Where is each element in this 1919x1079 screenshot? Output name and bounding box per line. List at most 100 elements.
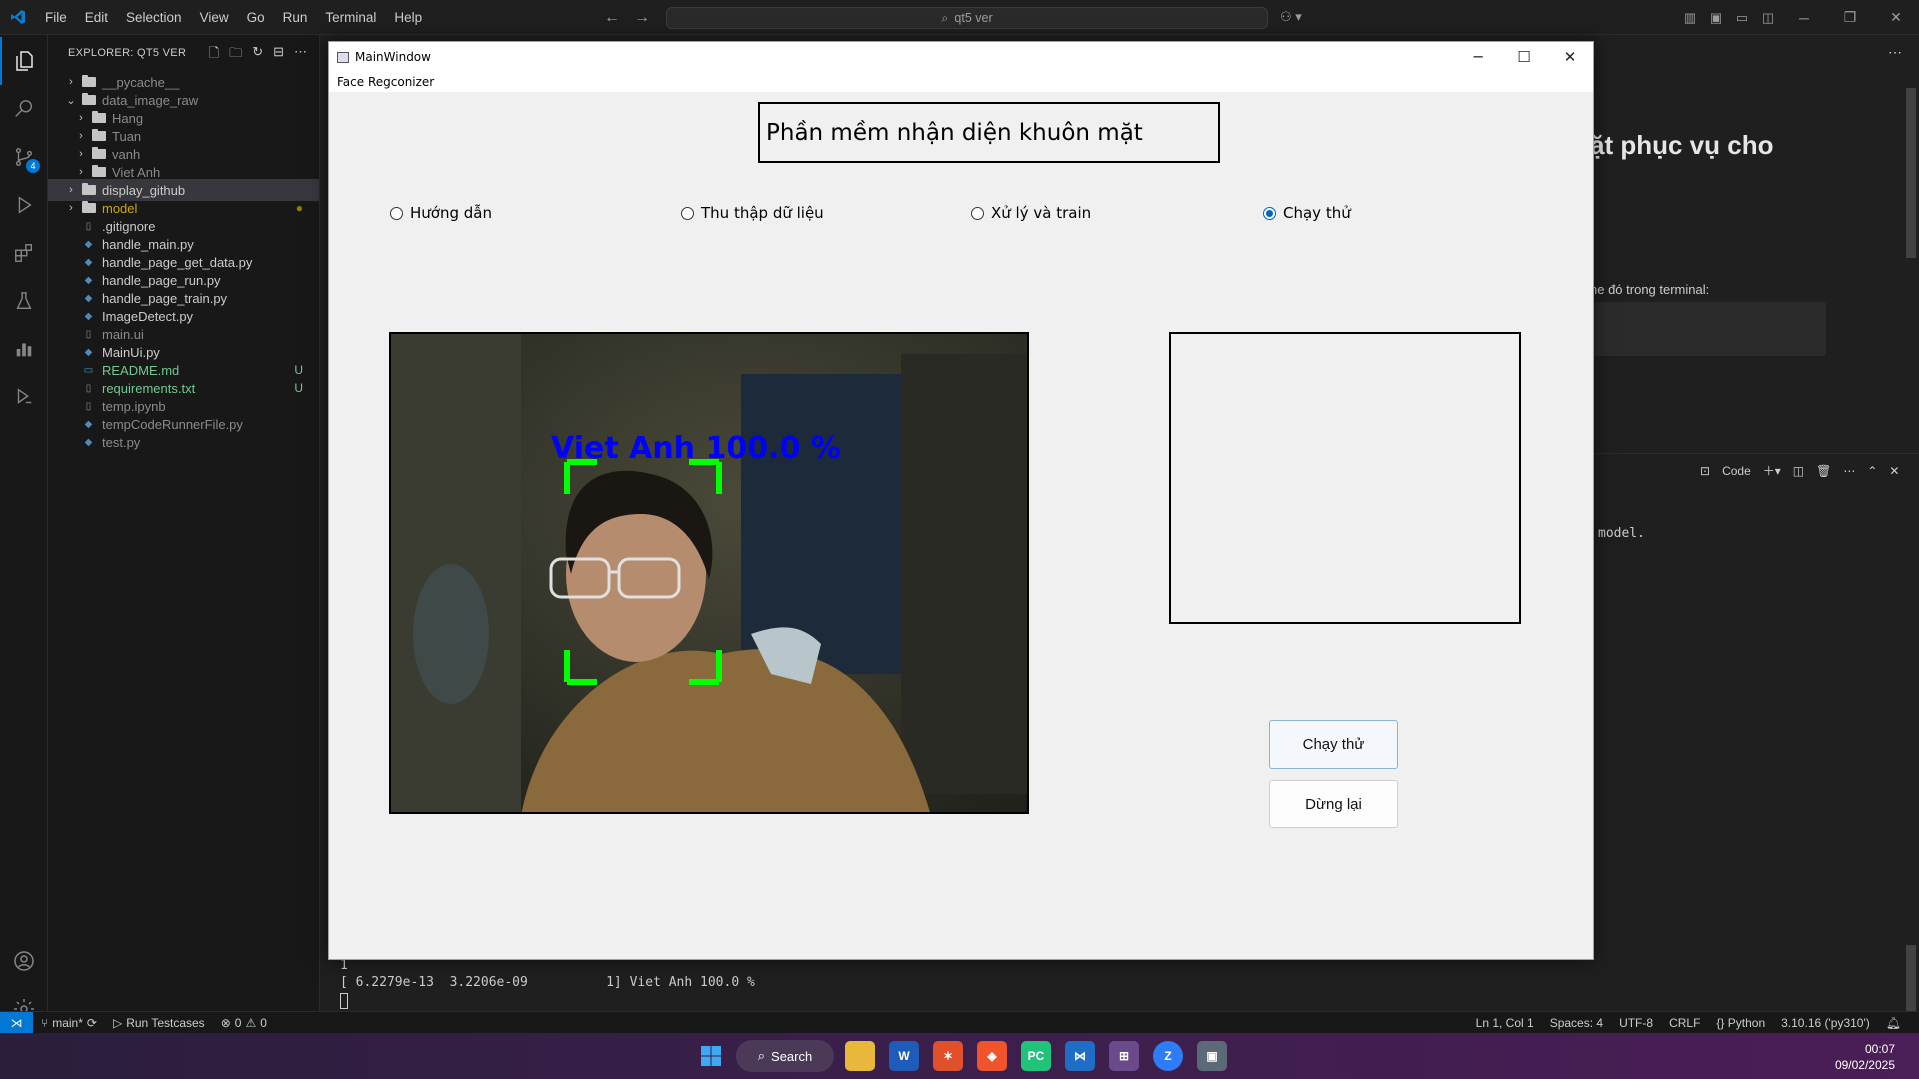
qt-maximize-icon[interactable]: ☐ [1501,42,1547,72]
run-test-button[interactable]: Chạy thử [1269,720,1398,769]
close-icon[interactable]: ✕ [1873,9,1919,26]
remote-run-icon[interactable] [0,373,48,421]
close-panel-icon[interactable]: ✕ [1889,464,1899,478]
source-control-badge: 4 [26,159,40,173]
terminal-profile-label[interactable]: Code [1722,464,1751,478]
run-testcases[interactable]: ▷ Run Testcases [105,1016,213,1030]
new-folder-icon[interactable]: 🗀 [229,44,242,66]
qt-minimize-icon[interactable]: ─ [1455,42,1501,72]
layout-bottom-icon[interactable]: ▭ [1729,10,1755,26]
panel-toolbar: ⊡ Code ＋▾ ◫ 🗑 ⋯ ⌃ ✕ [1700,462,1899,479]
word-icon[interactable]: W [889,1041,919,1071]
explorer-actions: 🗋 🗀 ↻ ⊟ ⋯ [209,44,307,66]
qt-titlebar[interactable]: MainWindow ─ ☐ ✕ [329,42,1593,72]
more-actions-icon[interactable]: ⋯ [294,44,307,66]
forward-arrow-icon[interactable]: → [634,9,650,27]
split-terminal-icon[interactable]: ◫ [1793,464,1804,478]
radio-xu-ly-va-train[interactable]: Xử lý và train [971,204,1091,222]
pdf-reader-icon[interactable]: ✶ [933,1041,963,1071]
file-icon: ▯ [85,328,92,340]
chart-icon[interactable] [0,325,48,373]
back-arrow-icon[interactable]: ← [604,9,620,27]
encoding[interactable]: UTF-8 [1611,1016,1661,1030]
taskbar-search[interactable]: ⌕ Search [736,1040,834,1072]
radio-chay-thu[interactable]: Chạy thử [1263,204,1351,222]
zalo-icon[interactable]: Z [1153,1041,1183,1071]
maximize-panel-icon[interactable]: ⌃ [1867,464,1877,478]
python-file-icon: ◆ [84,346,93,358]
system-clock[interactable]: 00:07 09/02/2025 [1835,1041,1895,1073]
face-recognizer-window: MainWindow ─ ☐ ✕ Face Regconizer Phần mề… [328,41,1594,960]
cursor-position[interactable]: Ln 1, Col 1 [1468,1016,1542,1030]
search-icon[interactable] [0,85,48,133]
branch-icon: ⑂ [41,1015,49,1030]
menu-help[interactable]: Help [385,0,431,35]
vscode-logo-icon [0,0,36,35]
menu-view[interactable]: View [191,0,238,35]
qt-app-taskbar-icon[interactable]: ▣ [1197,1041,1227,1071]
trash-icon[interactable]: 🗑 [1816,464,1831,478]
run-debug-icon[interactable] [0,181,48,229]
problems-status[interactable]: ⊗ 0 ⚠ 0 [213,1016,275,1030]
tree-item-label: Tuan [112,128,142,144]
tree-item-label: model [102,200,138,216]
chevron-down-icon: ⌄ [66,94,76,107]
minimize-icon[interactable]: ─ [1781,10,1827,26]
menu-terminal[interactable]: Terminal [316,0,385,35]
line-ending[interactable]: CRLF [1661,1016,1708,1030]
file-icon: ▯ [85,220,92,232]
extensions-icon[interactable] [0,229,48,277]
branch-status[interactable]: ⑂ main* ⟳ [33,1016,105,1030]
copilot-icon[interactable]: ⚇ ▾ [1280,9,1302,25]
vscode-taskbar-icon[interactable]: ⋈ [1065,1041,1095,1071]
tree-item-label: vanh [112,146,141,162]
menu-run[interactable]: Run [274,0,317,35]
explorer-icon[interactable] [0,37,48,85]
brave-browser-icon[interactable]: ◈ [977,1041,1007,1071]
pycharm-icon[interactable]: PC [1021,1041,1051,1071]
terminal-scrollbar[interactable] [1906,945,1916,1020]
source-control-icon[interactable]: 4 [0,133,48,181]
editor-scrollbar[interactable] [1906,88,1916,258]
python-file-icon: ◆ [84,238,93,250]
status-bar: ⋊ ⑂ main* ⟳ ▷ Run Testcases ⊗ 0 ⚠ 0 Ln 1… [0,1011,1919,1034]
collapse-all-icon[interactable]: ⊟ [273,44,284,66]
remote-indicator-icon[interactable]: ⋊ [0,1011,33,1034]
file-explorer-icon[interactable] [845,1041,875,1071]
radio-label: Hướng dẫn [410,204,492,222]
layout-secondary-icon[interactable]: ◫ [1755,10,1781,26]
menu-face-regconizer[interactable]: Face Regconizer [337,75,434,89]
language-mode[interactable]: {} Python [1708,1016,1773,1030]
account-icon[interactable] [0,937,48,985]
windows-start-icon[interactable] [696,1041,726,1071]
menu-go[interactable]: Go [238,0,274,35]
radio-label: Xử lý và train [991,204,1092,222]
taskbar-search-label: Search [771,1048,813,1064]
stop-button[interactable]: Dừng lại [1269,780,1398,828]
command-center[interactable]: ⌕ qt5 ver [666,7,1268,29]
editor-more-icon[interactable]: ⋯ [1888,44,1902,61]
radio-huong-dan[interactable]: Hướng dẫn [390,204,492,222]
activity-bar: 4 [0,35,48,1035]
qt-close-icon[interactable]: ✕ [1547,42,1593,72]
notifications-bell-icon[interactable]: 🔔︎ [1878,1016,1909,1030]
menu-file[interactable]: File [36,0,76,35]
app-grid-icon[interactable]: ⊞ [1109,1041,1139,1071]
refresh-icon[interactable]: ↻ [252,44,263,66]
menu-selection[interactable]: Selection [117,0,191,35]
indentation[interactable]: Spaces: 4 [1542,1016,1611,1030]
layout-panel-icon[interactable]: ▣ [1703,10,1729,26]
tree-file[interactable]: ◆ test.py [48,431,319,453]
layout-sidebar-icon[interactable]: ▥ [1677,10,1703,26]
panel-more-icon[interactable]: ⋯ [1843,464,1855,478]
testing-icon[interactable] [0,277,48,325]
python-interpreter[interactable]: 3.10.16 ('py310') [1773,1016,1878,1030]
radio-thu-thap-du-lieu[interactable]: Thu thập dữ liệu [681,204,824,222]
search-icon: ⌕ [757,1048,766,1063]
new-terminal-icon[interactable]: ＋▾ [1763,462,1781,479]
new-file-icon[interactable]: 🗋 [209,44,219,66]
editor-heading-fragment: ặt phục vụ cho [1590,130,1774,160]
restore-icon[interactable]: ❐ [1827,9,1873,26]
menu-edit[interactable]: Edit [76,0,117,35]
terminal-icon: ⊡ [1700,463,1711,478]
